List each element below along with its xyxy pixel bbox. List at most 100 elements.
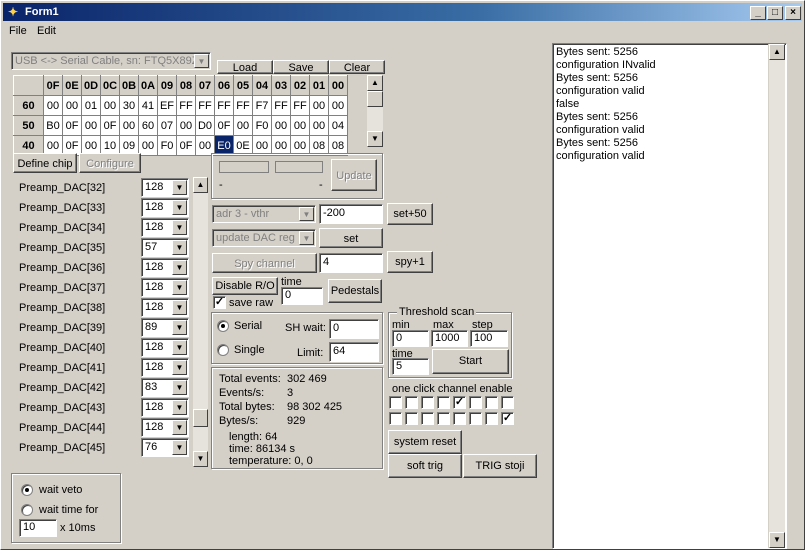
hex-cell[interactable]: 01	[81, 95, 101, 116]
hex-cell[interactable]: 00	[309, 115, 329, 136]
chevron-down-icon[interactable]: ▼	[172, 320, 187, 335]
dac-value-select[interactable]: 76 ▼	[141, 438, 189, 457]
channel-enable-checkbox[interactable]	[389, 412, 402, 425]
scroll-down-icon[interactable]: ▼	[769, 532, 785, 548]
scroll-thumb[interactable]	[367, 91, 383, 107]
chevron-down-icon[interactable]: ▼	[172, 340, 187, 355]
channel-enable-checkbox[interactable]	[421, 396, 434, 409]
channel-enable-checkbox[interactable]	[501, 396, 514, 409]
chevron-down-icon[interactable]: ▼	[172, 200, 187, 215]
register-hex-grid[interactable]: 0F 0E 0D 0C 0B 0A 09 08 07 06 05 04 03 02 01 00 60 00 00 01…	[13, 75, 348, 156]
channel-enable-checkbox[interactable]	[485, 396, 498, 409]
scroll-down-icon[interactable]: ▼	[367, 131, 383, 147]
dac-value-select[interactable]: 128 ▼	[141, 258, 189, 277]
load-button[interactable]: Load	[217, 60, 273, 74]
dac-value-select[interactable]: 128 ▼	[141, 358, 189, 377]
channel-enable-checkbox[interactable]	[485, 412, 498, 425]
dac-value-select[interactable]: 57 ▼	[141, 238, 189, 257]
hex-cell[interactable]: 00	[233, 115, 253, 136]
chevron-down-icon[interactable]: ▼	[172, 360, 187, 375]
address-select[interactable]: adr 3 - vthr ▼	[212, 205, 316, 223]
save-raw-checkbox[interactable]: ✓	[213, 296, 226, 309]
hex-cell[interactable]: 00	[328, 95, 348, 116]
hex-cell[interactable]: FF	[195, 95, 215, 116]
spy-channel-button[interactable]: Spy channel	[212, 253, 317, 273]
register-value-input[interactable]: -200	[319, 204, 383, 224]
hex-cell[interactable]: 00	[62, 95, 82, 116]
max-input[interactable]: 1000	[431, 330, 468, 347]
chevron-down-icon[interactable]: ▼	[194, 54, 209, 68]
hex-cell[interactable]: F0	[157, 135, 177, 156]
define-chip-button[interactable]: Define chip	[13, 153, 77, 173]
message-log[interactable]: Bytes sent: 5256 configuration INvalid Byt…	[552, 43, 787, 549]
dac-scrollbar[interactable]: ▲ ▼	[192, 177, 208, 467]
spy-channel-input[interactable]: 4	[319, 253, 383, 273]
serial-radio[interactable]	[217, 320, 229, 332]
dac-value-select[interactable]: 128 ▼	[141, 278, 189, 297]
channel-enable-checkbox[interactable]	[469, 396, 482, 409]
dac-value-select[interactable]: 128 ▼	[141, 178, 189, 197]
scroll-up-icon[interactable]: ▲	[367, 75, 383, 91]
hex-cell[interactable]: F0	[252, 115, 272, 136]
hex-cell[interactable]: 00	[290, 115, 310, 136]
step-input[interactable]: 100	[470, 330, 508, 347]
minimize-button[interactable]: _	[750, 6, 766, 20]
dac-value-select[interactable]: 128 ▼	[141, 418, 189, 437]
update-mode-select[interactable]: update DAC reg ▼	[212, 229, 316, 247]
hex-cell[interactable]: 41	[138, 95, 158, 116]
hex-cell[interactable]: B0	[43, 115, 63, 136]
chevron-down-icon[interactable]: ▼	[172, 300, 187, 315]
scroll-up-icon[interactable]: ▲	[193, 177, 208, 193]
hex-cell[interactable]: 00	[100, 95, 120, 116]
hex-cell[interactable]: 00	[43, 95, 63, 116]
hex-cell[interactable]: 0F	[176, 135, 196, 156]
chevron-down-icon[interactable]: ▼	[172, 260, 187, 275]
wait-veto-radio[interactable]	[21, 484, 33, 496]
scroll-down-icon[interactable]: ▼	[193, 451, 208, 467]
menu-edit[interactable]: Edit	[37, 25, 56, 37]
hex-cell[interactable]: FF	[233, 95, 253, 116]
hex-cell[interactable]: 04	[328, 115, 348, 136]
dac-value-select[interactable]: 128 ▼	[141, 218, 189, 237]
hex-cell[interactable]: 00	[176, 115, 196, 136]
scroll-up-icon[interactable]: ▲	[769, 44, 785, 60]
trig-stoji-button[interactable]: TRIG stoji	[463, 454, 537, 478]
chevron-down-icon[interactable]: ▼	[172, 440, 187, 455]
chevron-down-icon[interactable]: ▼	[299, 207, 314, 221]
channel-enable-checkbox[interactable]	[453, 412, 466, 425]
hex-cell[interactable]: 00	[81, 115, 101, 136]
pedestals-button[interactable]: Pedestals	[328, 279, 382, 303]
chevron-down-icon[interactable]: ▼	[172, 240, 187, 255]
hex-cell[interactable]: F7	[252, 95, 272, 116]
scan-time-input[interactable]: 5	[392, 358, 429, 375]
close-button[interactable]: ×	[785, 6, 801, 20]
sh-wait-input[interactable]: 0	[329, 319, 379, 339]
hex-cell[interactable]: 00	[138, 135, 158, 156]
channel-enable-checkbox[interactable]	[405, 396, 418, 409]
dac-value-select[interactable]: 128 ▼	[141, 198, 189, 217]
hex-cell[interactable]: 60	[138, 115, 158, 136]
set-button[interactable]: set	[319, 228, 383, 248]
hex-cell[interactable]: 07	[157, 115, 177, 136]
scroll-thumb[interactable]	[193, 409, 208, 427]
min-input[interactable]: 0	[392, 330, 429, 347]
hex-cell[interactable]: D0	[195, 115, 215, 136]
soft-trig-button[interactable]: soft trig	[388, 454, 462, 478]
dac-value-select[interactable]: 89 ▼	[141, 318, 189, 337]
hex-cell[interactable]: 0F	[62, 115, 82, 136]
system-reset-button[interactable]: system reset	[388, 430, 462, 454]
dac-value-select[interactable]: 128 ▼	[141, 298, 189, 317]
start-scan-button[interactable]: Start	[432, 349, 509, 374]
update-button[interactable]: Update	[331, 159, 377, 191]
hex-cell[interactable]: 00	[119, 115, 139, 136]
maximize-button[interactable]: □	[767, 6, 783, 20]
channel-enable-checkbox[interactable]	[421, 412, 434, 425]
clear-button[interactable]: Clear	[329, 60, 385, 74]
channel-enable-checkbox[interactable]	[469, 412, 482, 425]
channel-enable-checkbox[interactable]: ✓	[501, 412, 514, 425]
chevron-down-icon[interactable]: ▼	[172, 220, 187, 235]
hex-cell[interactable]: 00	[271, 115, 291, 136]
menu-file[interactable]: File	[9, 25, 27, 37]
time-input[interactable]: 0	[281, 287, 323, 305]
channel-enable-checkbox[interactable]: ✓	[453, 396, 466, 409]
